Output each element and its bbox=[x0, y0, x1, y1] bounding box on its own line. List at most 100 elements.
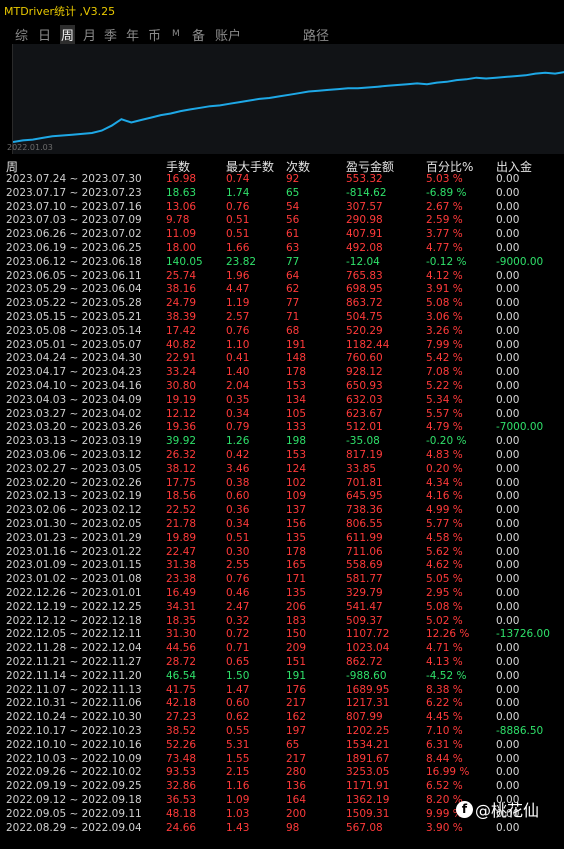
tab-account[interactable]: 账户 bbox=[215, 25, 241, 44]
table-row[interactable]: 2023.05.15 ~ 2023.05.21 38.39 2.57 71 504.75… bbox=[0, 311, 564, 325]
week-cell: 2023.03.13 ~ 2023.03.19 bbox=[6, 435, 142, 448]
week-cell: 2022.10.31 ~ 2022.11.06 bbox=[6, 697, 142, 710]
table-row[interactable]: 2022.12.19 ~ 2022.12.25 34.31 2.47 206 541.4… bbox=[0, 601, 564, 615]
week-cell: 2023.02.13 ~ 2023.02.19 bbox=[6, 490, 142, 503]
week-cell: 2022.11.28 ~ 2022.12.04 bbox=[6, 642, 142, 655]
pct-cell: 4.45 % bbox=[426, 711, 463, 724]
table-row[interactable]: 2023.06.12 ~ 2023.06.18 140.05 23.82 77 -12.… bbox=[0, 256, 564, 270]
pnl-cell: 817.19 bbox=[346, 449, 383, 461]
tab-week[interactable]: 周 bbox=[60, 25, 76, 44]
pct-cell: 5.42 % bbox=[426, 352, 463, 365]
table-row[interactable]: 2023.03.20 ~ 2023.03.26 19.36 0.79 133 512.0… bbox=[0, 421, 564, 435]
count-cell: 137 bbox=[286, 504, 307, 517]
table-row[interactable]: 2023.05.01 ~ 2023.05.07 40.82 1.10 191 1182.… bbox=[0, 339, 564, 353]
table-row[interactable]: 2023.02.06 ~ 2023.02.12 22.52 0.36 137 738.3… bbox=[0, 504, 564, 518]
table-row[interactable]: 2023.06.26 ~ 2023.07.02 11.09 0.51 61 407.91… bbox=[0, 228, 564, 242]
table-row[interactable]: 2022.09.19 ~ 2022.09.25 32.86 1.16 136 1171.… bbox=[0, 780, 564, 794]
week-cell: 2023.05.22 ~ 2023.05.28 bbox=[6, 297, 142, 310]
watermark-text: @桃花仙 bbox=[475, 801, 540, 820]
lots-cell: 26.32 bbox=[166, 449, 197, 461]
count-cell: 217 bbox=[286, 697, 307, 710]
table-row[interactable]: 2023.04.03 ~ 2023.04.09 19.19 0.35 134 632.0… bbox=[0, 394, 564, 408]
count-cell: 148 bbox=[286, 352, 307, 365]
flow-cell: 0.00 bbox=[496, 587, 520, 599]
pct-cell: 2.59 % bbox=[426, 214, 463, 227]
lots-cell: 18.56 bbox=[166, 490, 197, 503]
flow-cell: 0.00 bbox=[496, 490, 520, 503]
table-row[interactable]: 2022.11.21 ~ 2022.11.27 28.72 0.65 151 862.7… bbox=[0, 656, 564, 670]
pct-cell: 3.90 % bbox=[426, 821, 463, 834]
table-row[interactable]: 2022.12.12 ~ 2022.12.18 18.35 0.32 183 509.3… bbox=[0, 615, 564, 629]
week-cell: 2022.12.26 ~ 2023.01.01 bbox=[6, 587, 142, 599]
table-row[interactable]: 2022.11.28 ~ 2022.12.04 44.56 0.71 209 1023.… bbox=[0, 642, 564, 656]
tab-quarter[interactable]: 季 bbox=[104, 25, 117, 44]
table-row[interactable]: 2022.11.07 ~ 2022.11.13 41.75 1.47 176 1689.… bbox=[0, 684, 564, 698]
pct-cell: 5.05 % bbox=[426, 573, 463, 586]
week-cell: 2022.12.05 ~ 2022.12.11 bbox=[6, 628, 142, 641]
table-row[interactable]: 2023.05.08 ~ 2023.05.14 17.42 0.76 68 520.29… bbox=[0, 325, 564, 339]
flow-cell: 0.00 bbox=[496, 338, 520, 351]
pct-cell: 8.38 % bbox=[426, 683, 463, 696]
flow-cell: 0.00 bbox=[496, 393, 520, 406]
tab-month[interactable]: 月 bbox=[83, 25, 96, 44]
lots-cell: 48.18 bbox=[166, 807, 197, 820]
week-cell: 2023.02.06 ~ 2023.02.12 bbox=[6, 504, 142, 517]
tab-notes[interactable]: 备 bbox=[192, 25, 205, 44]
tab-path[interactable]: 路径 bbox=[303, 25, 329, 44]
table-row[interactable]: 2023.01.09 ~ 2023.01.15 31.38 2.55 165 558.6… bbox=[0, 559, 564, 573]
count-cell: 197 bbox=[286, 725, 307, 737]
table-row[interactable]: 2023.07.10 ~ 2023.07.16 13.06 0.76 54 307.57… bbox=[0, 201, 564, 215]
flow-cell: 0.00 bbox=[496, 518, 520, 530]
lots-cell: 21.78 bbox=[166, 518, 197, 530]
count-cell: 134 bbox=[286, 393, 307, 406]
lots-cell: 40.82 bbox=[166, 338, 197, 351]
table-row[interactable]: 2023.06.05 ~ 2023.06.11 25.74 1.96 64 765.83… bbox=[0, 270, 564, 284]
tab-currency[interactable]: 币 bbox=[148, 25, 161, 44]
table-row[interactable]: 2023.07.24 ~ 2023.07.30 16.98 0.74 92 553.32… bbox=[0, 173, 564, 187]
table-row[interactable]: 2023.03.27 ~ 2023.04.02 12.12 0.34 105 623.6… bbox=[0, 408, 564, 422]
table-row[interactable]: 2022.11.14 ~ 2022.11.20 46.54 1.50 191 -988.… bbox=[0, 670, 564, 684]
table-row[interactable]: 2023.02.27 ~ 2023.03.05 38.12 3.46 124 33.85… bbox=[0, 463, 564, 477]
tab-day[interactable]: 日 bbox=[38, 25, 51, 44]
table-row[interactable]: 2023.02.13 ~ 2023.02.19 18.56 0.60 109 645.9… bbox=[0, 490, 564, 504]
table-row[interactable]: 2023.04.17 ~ 2023.04.23 33.24 1.40 178 928.1… bbox=[0, 366, 564, 380]
table-row[interactable]: 2023.05.22 ~ 2023.05.28 24.79 1.19 77 863.72… bbox=[0, 297, 564, 311]
tab-year[interactable]: 年 bbox=[126, 25, 139, 44]
table-row[interactable]: 2022.10.24 ~ 2022.10.30 27.23 0.62 162 807.9… bbox=[0, 711, 564, 725]
week-cell: 2022.08.29 ~ 2022.09.04 bbox=[6, 821, 142, 834]
table-row[interactable]: 2023.01.16 ~ 2023.01.22 22.47 0.30 178 711.0… bbox=[0, 546, 564, 560]
table-row[interactable]: 2023.04.24 ~ 2023.04.30 22.91 0.41 148 760.6… bbox=[0, 352, 564, 366]
week-cell: 2023.07.10 ~ 2023.07.16 bbox=[6, 200, 142, 213]
table-row[interactable]: 2022.10.10 ~ 2022.10.16 52.26 5.31 65 1534.2… bbox=[0, 739, 564, 753]
table-row[interactable]: 2023.06.19 ~ 2023.06.25 18.00 1.66 63 492.08… bbox=[0, 242, 564, 256]
table-row[interactable]: 2022.12.26 ~ 2023.01.01 16.49 0.46 135 329.7… bbox=[0, 587, 564, 601]
pnl-cell: 863.72 bbox=[346, 297, 383, 310]
table-row[interactable]: 2022.09.26 ~ 2022.10.02 93.53 2.15 280 3253.… bbox=[0, 766, 564, 780]
table-row[interactable]: 2023.02.20 ~ 2023.02.26 17.75 0.38 102 701.8… bbox=[0, 477, 564, 491]
max-lots-cell: 2.47 bbox=[226, 600, 250, 613]
table-row[interactable]: 2023.07.03 ~ 2023.07.09 9.78 0.51 56 290.98 2… bbox=[0, 214, 564, 228]
tab-overview[interactable]: 综 bbox=[15, 25, 28, 44]
table-row[interactable]: 2023.04.10 ~ 2023.04.16 30.80 2.04 153 650.9… bbox=[0, 380, 564, 394]
table-row[interactable]: 2023.01.23 ~ 2023.01.29 19.89 0.51 135 611.9… bbox=[0, 532, 564, 546]
table-row[interactable]: 2022.08.29 ~ 2022.09.04 24.66 1.43 98 567.08… bbox=[0, 822, 564, 836]
lots-cell: 46.54 bbox=[166, 669, 197, 682]
table-row[interactable]: 2022.12.05 ~ 2022.12.11 31.30 0.72 150 1107.… bbox=[0, 628, 564, 642]
pnl-cell: 711.06 bbox=[346, 545, 383, 558]
table-row[interactable]: 2023.01.30 ~ 2023.02.05 21.78 0.34 156 806.5… bbox=[0, 518, 564, 532]
table-row[interactable]: 2023.05.29 ~ 2023.06.04 38.16 4.47 62 698.95… bbox=[0, 283, 564, 297]
table-row[interactable]: 2023.01.02 ~ 2023.01.08 23.38 0.76 171 581.7… bbox=[0, 573, 564, 587]
lots-cell: 39.92 bbox=[166, 435, 197, 448]
table-row[interactable]: 2022.10.31 ~ 2022.11.06 42.18 0.60 217 1217.… bbox=[0, 697, 564, 711]
table-row[interactable]: 2023.03.06 ~ 2023.03.12 26.32 0.42 153 817.1… bbox=[0, 449, 564, 463]
count-cell: 56 bbox=[286, 214, 300, 227]
pnl-cell: 509.37 bbox=[346, 614, 383, 627]
table-row[interactable]: 2023.03.13 ~ 2023.03.19 39.92 1.26 198 -35.0… bbox=[0, 435, 564, 449]
pct-cell: 0.20 % bbox=[426, 462, 463, 475]
max-lots-cell: 2.57 bbox=[226, 311, 250, 323]
table-row[interactable]: 2022.10.03 ~ 2022.10.09 73.48 1.55 217 1891.… bbox=[0, 753, 564, 767]
table-row[interactable]: 2023.07.17 ~ 2023.07.23 18.63 1.74 65 -814.6… bbox=[0, 187, 564, 201]
pnl-cell: 701.81 bbox=[346, 476, 383, 489]
table-row[interactable]: 2022.10.17 ~ 2022.10.23 38.52 0.55 197 1202.… bbox=[0, 725, 564, 739]
tab-m[interactable]: M bbox=[172, 29, 180, 39]
